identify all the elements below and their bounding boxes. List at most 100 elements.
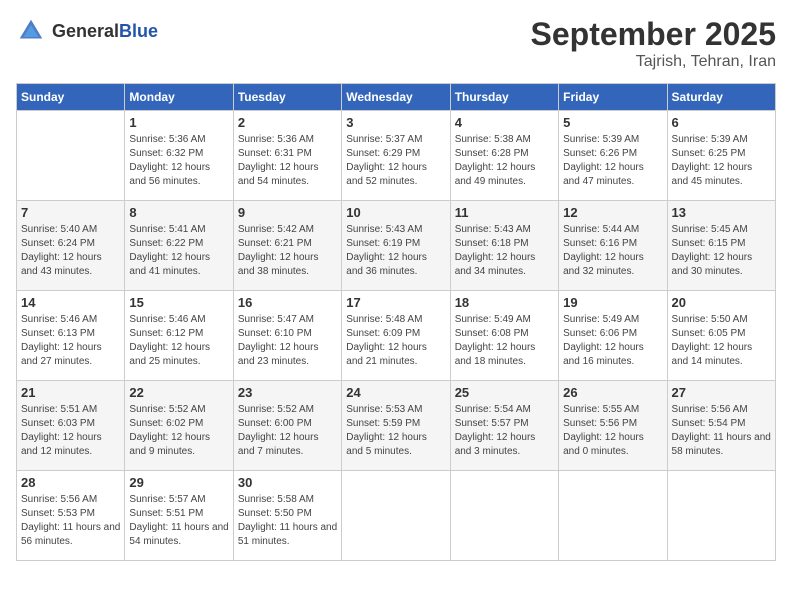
calendar-cell <box>450 471 558 561</box>
calendar-cell: 2 Sunrise: 5:36 AMSunset: 6:31 PMDaylight… <box>233 111 341 201</box>
week-row-1: 1 Sunrise: 5:36 AMSunset: 6:32 PMDaylight… <box>17 111 776 201</box>
header-day-wednesday: Wednesday <box>342 84 450 111</box>
header-day-sunday: Sunday <box>17 84 125 111</box>
calendar-cell: 30 Sunrise: 5:58 AMSunset: 5:50 PMDayligh… <box>233 471 341 561</box>
day-number: 10 <box>346 205 445 220</box>
calendar-cell <box>342 471 450 561</box>
calendar-cell: 26 Sunrise: 5:55 AMSunset: 5:56 PMDayligh… <box>559 381 667 471</box>
day-info: Sunrise: 5:42 AMSunset: 6:21 PMDaylight:… <box>238 223 337 279</box>
day-number: 1 <box>129 115 228 130</box>
header-day-thursday: Thursday <box>450 84 558 111</box>
day-number: 21 <box>21 385 120 400</box>
calendar-cell: 15Sunrise: 5:46 AMSunset: 6:12 PMDayligh… <box>125 291 233 381</box>
header-day-tuesday: Tuesday <box>233 84 341 111</box>
calendar-cell: 28Sunrise: 5:56 AMSunset: 5:53 PMDayligh… <box>17 471 125 561</box>
day-number: 5 <box>563 115 662 130</box>
day-info: Sunrise: 5:51 AMSunset: 6:03 PMDaylight:… <box>21 403 120 459</box>
month-title: September 2025 <box>531 16 776 53</box>
calendar-cell: 27Sunrise: 5:56 AMSunset: 5:54 PMDayligh… <box>667 381 775 471</box>
day-number: 29 <box>129 475 228 490</box>
day-number: 22 <box>129 385 228 400</box>
calendar-cell: 18 Sunrise: 5:49 AMSunset: 6:08 PMDayligh… <box>450 291 558 381</box>
week-row-4: 21 Sunrise: 5:51 AMSunset: 6:03 PMDayligh… <box>17 381 776 471</box>
day-info: Sunrise: 5:56 AMSunset: 5:53 PMDaylight:… <box>21 493 120 549</box>
title-block: September 2025 Tajrish, Tehran, Iran <box>531 16 776 71</box>
week-row-5: 28Sunrise: 5:56 AMSunset: 5:53 PMDayligh… <box>17 471 776 561</box>
calendar-cell: 13 Sunrise: 5:45 AMSunset: 6:15 PMDayligh… <box>667 201 775 291</box>
calendar-cell: 3 Sunrise: 5:37 AMSunset: 6:29 PMDaylight… <box>342 111 450 201</box>
day-number: 26 <box>563 385 662 400</box>
day-number: 19 <box>563 295 662 310</box>
day-number: 27 <box>672 385 771 400</box>
day-number: 30 <box>238 475 337 490</box>
day-info: Sunrise: 5:48 AMSunset: 6:09 PMDaylight:… <box>346 313 445 369</box>
calendar-cell <box>17 111 125 201</box>
day-number: 12 <box>563 205 662 220</box>
calendar-cell: 1 Sunrise: 5:36 AMSunset: 6:32 PMDaylight… <box>125 111 233 201</box>
day-info: Sunrise: 5:39 AMSunset: 6:25 PMDaylight:… <box>672 133 771 189</box>
calendar-cell: 5 Sunrise: 5:39 AMSunset: 6:26 PMDaylight… <box>559 111 667 201</box>
day-number: 11 <box>455 205 554 220</box>
day-number: 17 <box>346 295 445 310</box>
day-info: Sunrise: 5:53 AMSunset: 5:59 PMDaylight:… <box>346 403 445 459</box>
day-number: 18 <box>455 295 554 310</box>
calendar-cell: 22 Sunrise: 5:52 AMSunset: 6:02 PMDayligh… <box>125 381 233 471</box>
calendar-cell: 25 Sunrise: 5:54 AMSunset: 5:57 PMDayligh… <box>450 381 558 471</box>
week-row-2: 7 Sunrise: 5:40 AMSunset: 6:24 PMDaylight… <box>17 201 776 291</box>
day-number: 2 <box>238 115 337 130</box>
header-day-saturday: Saturday <box>667 84 775 111</box>
day-number: 3 <box>346 115 445 130</box>
day-number: 20 <box>672 295 771 310</box>
day-number: 16 <box>238 295 337 310</box>
day-info: Sunrise: 5:47 AMSunset: 6:10 PMDaylight:… <box>238 313 337 369</box>
calendar-cell: 24Sunrise: 5:53 AMSunset: 5:59 PMDayligh… <box>342 381 450 471</box>
calendar-cell: 14 Sunrise: 5:46 AMSunset: 6:13 PMDayligh… <box>17 291 125 381</box>
day-info: Sunrise: 5:46 AMSunset: 6:13 PMDaylight:… <box>21 313 120 369</box>
day-info: Sunrise: 5:43 AMSunset: 6:18 PMDaylight:… <box>455 223 554 279</box>
day-info: Sunrise: 5:58 AMSunset: 5:50 PMDaylight:… <box>238 493 337 549</box>
calendar-table: SundayMondayTuesdayWednesdayThursdayFrid… <box>16 83 776 561</box>
day-info: Sunrise: 5:52 AMSunset: 6:00 PMDaylight:… <box>238 403 337 459</box>
day-info: Sunrise: 5:54 AMSunset: 5:57 PMDaylight:… <box>455 403 554 459</box>
logo-text: GeneralBlue <box>52 21 158 42</box>
calendar-cell: 23Sunrise: 5:52 AMSunset: 6:00 PMDayligh… <box>233 381 341 471</box>
calendar-cell <box>667 471 775 561</box>
calendar-cell: 29 Sunrise: 5:57 AMSunset: 5:51 PMDayligh… <box>125 471 233 561</box>
day-info: Sunrise: 5:40 AMSunset: 6:24 PMDaylight:… <box>21 223 120 279</box>
calendar-cell: 21 Sunrise: 5:51 AMSunset: 6:03 PMDayligh… <box>17 381 125 471</box>
day-info: Sunrise: 5:37 AMSunset: 6:29 PMDaylight:… <box>346 133 445 189</box>
calendar-cell: 10 Sunrise: 5:43 AMSunset: 6:19 PMDayligh… <box>342 201 450 291</box>
day-number: 15 <box>129 295 228 310</box>
day-number: 14 <box>21 295 120 310</box>
week-row-3: 14 Sunrise: 5:46 AMSunset: 6:13 PMDayligh… <box>17 291 776 381</box>
day-info: Sunrise: 5:52 AMSunset: 6:02 PMDaylight:… <box>129 403 228 459</box>
day-number: 8 <box>129 205 228 220</box>
calendar-cell: 19Sunrise: 5:49 AMSunset: 6:06 PMDayligh… <box>559 291 667 381</box>
day-info: Sunrise: 5:57 AMSunset: 5:51 PMDaylight:… <box>129 493 228 549</box>
calendar-cell: 7 Sunrise: 5:40 AMSunset: 6:24 PMDaylight… <box>17 201 125 291</box>
day-number: 7 <box>21 205 120 220</box>
day-info: Sunrise: 5:55 AMSunset: 5:56 PMDaylight:… <box>563 403 662 459</box>
day-number: 6 <box>672 115 771 130</box>
calendar-cell: 20 Sunrise: 5:50 AMSunset: 6:05 PMDayligh… <box>667 291 775 381</box>
day-number: 25 <box>455 385 554 400</box>
day-info: Sunrise: 5:36 AMSunset: 6:31 PMDaylight:… <box>238 133 337 189</box>
logo-icon <box>16 16 46 46</box>
day-info: Sunrise: 5:36 AMSunset: 6:32 PMDaylight:… <box>129 133 228 189</box>
calendar-cell: 4Sunrise: 5:38 AMSunset: 6:28 PMDaylight… <box>450 111 558 201</box>
calendar-cell: 8 Sunrise: 5:41 AMSunset: 6:22 PMDaylight… <box>125 201 233 291</box>
header-day-monday: Monday <box>125 84 233 111</box>
day-info: Sunrise: 5:50 AMSunset: 6:05 PMDaylight:… <box>672 313 771 369</box>
day-info: Sunrise: 5:41 AMSunset: 6:22 PMDaylight:… <box>129 223 228 279</box>
day-number: 13 <box>672 205 771 220</box>
day-info: Sunrise: 5:49 AMSunset: 6:08 PMDaylight:… <box>455 313 554 369</box>
day-info: Sunrise: 5:39 AMSunset: 6:26 PMDaylight:… <box>563 133 662 189</box>
calendar-cell: 16 Sunrise: 5:47 AMSunset: 6:10 PMDayligh… <box>233 291 341 381</box>
day-number: 4 <box>455 115 554 130</box>
calendar-cell: 12Sunrise: 5:44 AMSunset: 6:16 PMDayligh… <box>559 201 667 291</box>
page-header: GeneralBlue September 2025 Tajrish, Tehr… <box>16 16 776 71</box>
day-info: Sunrise: 5:45 AMSunset: 6:15 PMDaylight:… <box>672 223 771 279</box>
location-title: Tajrish, Tehran, Iran <box>531 53 776 71</box>
logo: GeneralBlue <box>16 16 158 46</box>
day-info: Sunrise: 5:43 AMSunset: 6:19 PMDaylight:… <box>346 223 445 279</box>
